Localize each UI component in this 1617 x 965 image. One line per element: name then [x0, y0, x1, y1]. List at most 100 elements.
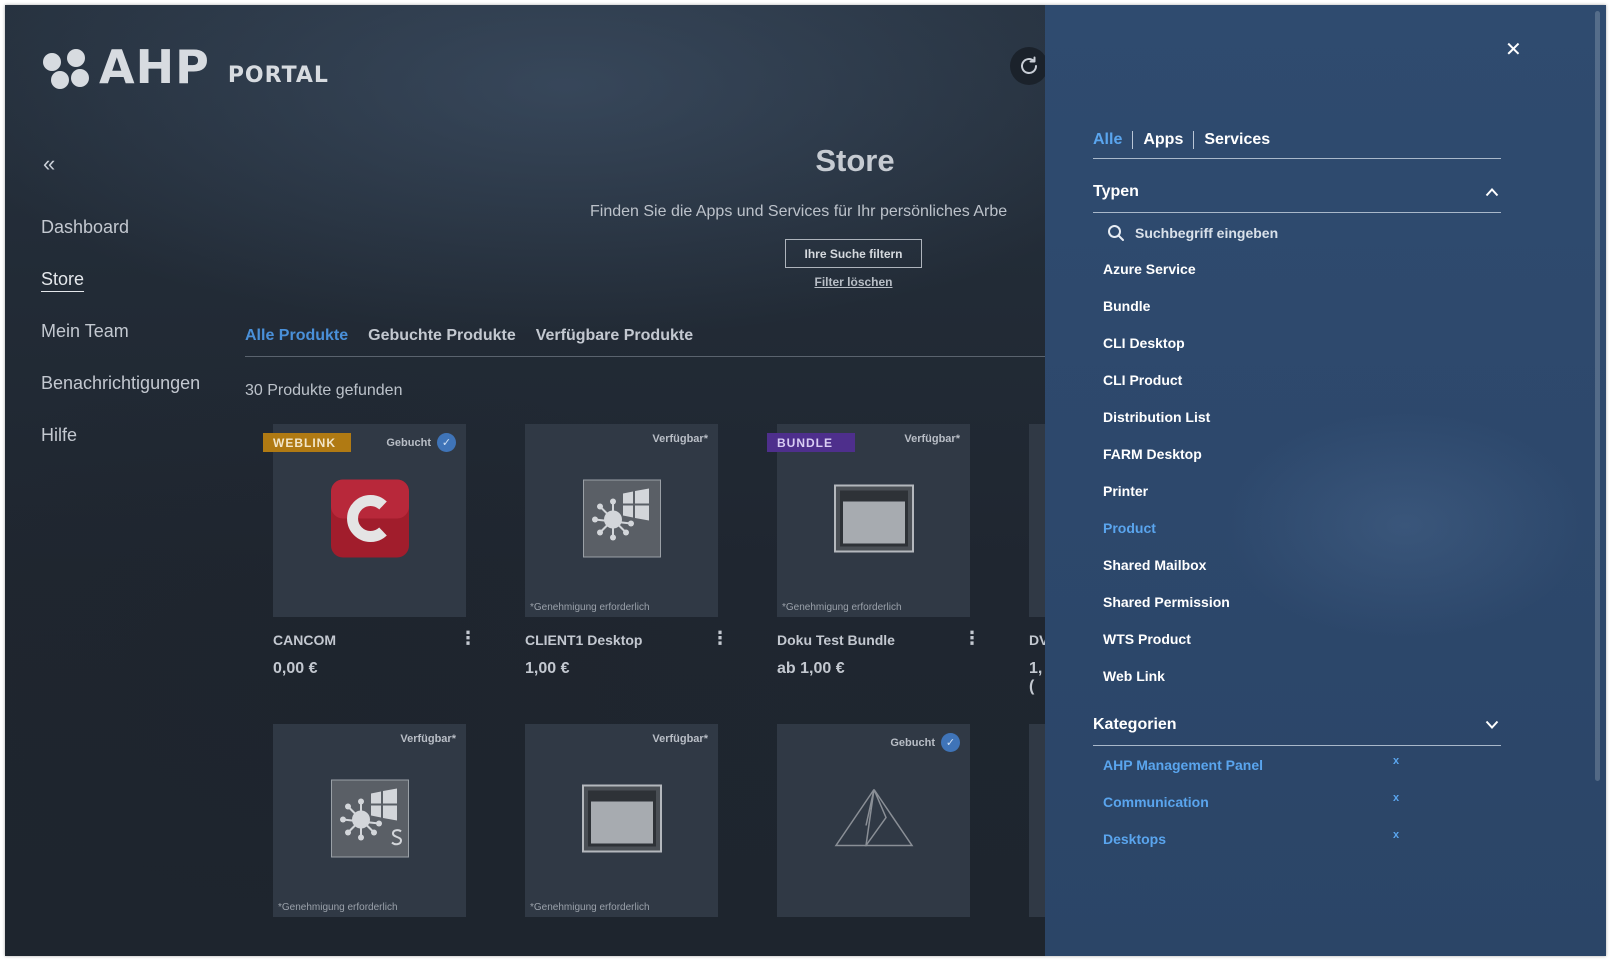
panel-scrollbar[interactable] [1595, 11, 1600, 781]
status-badge: Verfügbar* [652, 433, 708, 445]
product-name[interactable]: Doku Test Bundle [777, 632, 895, 648]
logo-text: AHP [99, 40, 210, 94]
more-options-icon[interactable]: ⋮ [459, 629, 477, 647]
approval-note: *Genehmigung erforderlich [278, 902, 398, 913]
product-name[interactable]: CANCOM [273, 632, 336, 648]
page-subtitle: Finden Sie die Apps und Services für Ihr… [590, 203, 1008, 220]
tab-gebuchte-produkte[interactable]: Gebuchte Produkte [368, 327, 516, 345]
categories-section-header[interactable]: Kategorien [1093, 716, 1501, 734]
panel-tabs: Alle Apps Services [1093, 131, 1280, 149]
status-label: Verfügbar* [652, 733, 708, 745]
category-item[interactable]: AHP Management Panel x [1103, 755, 1403, 794]
app-window: AHP PORTAL « Dashboard Store Mein Team B… [5, 5, 1606, 956]
category-item[interactable]: Communication x [1103, 792, 1403, 831]
type-item-azure-service[interactable]: Azure Service [1103, 261, 1230, 298]
tab-verfuegbare-produkte[interactable]: Verfügbare Produkte [536, 327, 693, 345]
categories-section-title: Kategorien [1093, 716, 1177, 733]
category-label: Desktops [1103, 831, 1167, 847]
product-name[interactable]: CLIENT1 Desktop [525, 632, 642, 648]
types-divider [1093, 212, 1501, 213]
filter-panel: ✕ Alle Apps Services Typen Azure Service… [1045, 5, 1606, 956]
tab-services[interactable]: Services [1193, 131, 1280, 149]
status-label: Verfügbar* [652, 433, 708, 445]
result-count: 30 Produkte gefunden [245, 382, 403, 399]
types-search [1107, 224, 1455, 242]
remove-category-button[interactable]: x [1393, 790, 1399, 806]
filter-search-button[interactable]: Ihre Suche filtern [785, 239, 922, 268]
type-item-printer[interactable]: Printer [1103, 483, 1230, 520]
approval-note: *Genehmigung erforderlich [530, 602, 650, 613]
type-item-cli-product[interactable]: CLI Product [1103, 372, 1230, 409]
type-item-bundle[interactable]: Bundle [1103, 298, 1230, 335]
double-chevron-left-icon[interactable]: « [43, 151, 55, 177]
categories-list: AHP Management Panel x Communication x D… [1103, 755, 1403, 868]
types-section-header[interactable]: Typen [1093, 183, 1501, 201]
check-icon: ✓ [437, 433, 456, 452]
type-item-shared-mailbox[interactable]: Shared Mailbox [1103, 557, 1230, 594]
remove-category-button[interactable]: x [1393, 753, 1399, 769]
product-price: ab 1,00 € [777, 660, 845, 677]
status-label: Verfügbar* [904, 433, 960, 445]
type-item-web-link[interactable]: Web Link [1103, 668, 1230, 705]
type-item-farm-desktop[interactable]: FARM Desktop [1103, 446, 1230, 483]
product-card[interactable]: BUNDLE Verfügbar* *Genehmigung erforderl… [767, 424, 970, 617]
chevron-down-icon [1483, 716, 1501, 734]
product-card[interactable]: Verfügbar* *Genehmigung erforderlich [525, 724, 718, 917]
status-badge: Verfügbar* [904, 433, 960, 445]
category-label: AHP Management Panel [1103, 757, 1264, 773]
tab-alle[interactable]: Alle [1093, 131, 1132, 149]
more-options-icon[interactable]: ⋮ [963, 629, 981, 647]
product-card[interactable]: Gebucht ✓ [777, 724, 970, 917]
logo-subtitle: PORTAL [227, 63, 329, 88]
remove-category-button[interactable]: x [1393, 827, 1399, 843]
status-badge: Verfügbar* [652, 733, 708, 745]
types-list: Azure Service Bundle CLI Desktop CLI Pro… [1103, 261, 1230, 705]
product-price-partial: 1,( [1029, 660, 1043, 695]
category-item[interactable]: Desktops x [1103, 829, 1403, 868]
sidebar-item-mein-team[interactable]: Mein Team [41, 321, 200, 343]
type-badge: WEBLINK [263, 433, 351, 452]
type-item-wts-product[interactable]: WTS Product [1103, 631, 1230, 668]
refresh-icon [1021, 56, 1037, 74]
product-price: 0,00 € [273, 660, 318, 677]
chevron-up-icon [1483, 183, 1501, 201]
product-price: 1,00 € [525, 660, 570, 677]
page-title: Store [815, 143, 895, 178]
product-card[interactable]: WEBLINK Gebucht ✓ [263, 424, 466, 617]
approval-note: *Genehmigung erforderlich [782, 602, 902, 613]
types-search-input[interactable] [1135, 225, 1455, 241]
product-card[interactable]: Verfügbar* *Genehmigung erforderlich [273, 724, 466, 917]
status-badge: Verfügbar* [400, 733, 456, 745]
ahp-portal-logo[interactable]: AHP PORTAL [43, 40, 329, 94]
category-label: Communication [1103, 794, 1209, 810]
clear-filter-link[interactable]: Filter löschen [785, 275, 922, 289]
categories-divider [1093, 745, 1501, 746]
azure-logo-icon [834, 787, 914, 854]
status-badge: Gebucht ✓ [890, 733, 960, 752]
window-frame-icon [833, 484, 914, 557]
type-item-shared-permission[interactable]: Shared Permission [1103, 594, 1230, 631]
status-badge: Gebucht ✓ [386, 433, 456, 452]
product-name-partial[interactable]: DV [1029, 632, 1045, 648]
status-label: Gebucht [890, 736, 935, 749]
product-card[interactable]: Verfügbar* *Genehmigung erforderlich [525, 424, 718, 617]
type-item-product[interactable]: Product [1103, 520, 1230, 557]
logo-dots-icon [43, 49, 93, 89]
close-icon[interactable]: ✕ [1505, 37, 1522, 62]
sidebar-item-dashboard[interactable]: Dashboard [41, 217, 200, 239]
type-badge: BUNDLE [767, 433, 855, 452]
sidebar-item-benachrichtigungen[interactable]: Benachrichtigungen [41, 373, 200, 395]
refresh-button[interactable] [1010, 47, 1048, 85]
more-options-icon[interactable]: ⋮ [711, 629, 729, 647]
type-item-cli-desktop[interactable]: CLI Desktop [1103, 335, 1230, 372]
sidebar-item-hilfe[interactable]: Hilfe [41, 425, 200, 447]
tab-alle-produkte[interactable]: Alle Produkte [245, 327, 348, 345]
approval-note: *Genehmigung erforderlich [530, 902, 650, 913]
check-icon: ✓ [941, 733, 960, 752]
search-icon [1108, 225, 1124, 241]
tab-apps[interactable]: Apps [1132, 131, 1193, 149]
windows-network-icon [582, 479, 661, 562]
type-item-distribution-list[interactable]: Distribution List [1103, 409, 1230, 446]
sidebar-item-store[interactable]: Store [41, 269, 200, 291]
window-frame-icon [581, 784, 662, 857]
